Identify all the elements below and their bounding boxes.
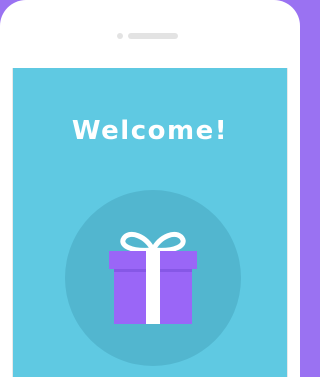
gift-icon [109, 232, 197, 324]
speaker-grille [128, 33, 178, 39]
phone-frame: Welcome! [0, 0, 300, 377]
camera-dot [117, 33, 123, 39]
welcome-screen: Welcome! [12, 68, 288, 377]
welcome-title: Welcome! [71, 116, 229, 146]
